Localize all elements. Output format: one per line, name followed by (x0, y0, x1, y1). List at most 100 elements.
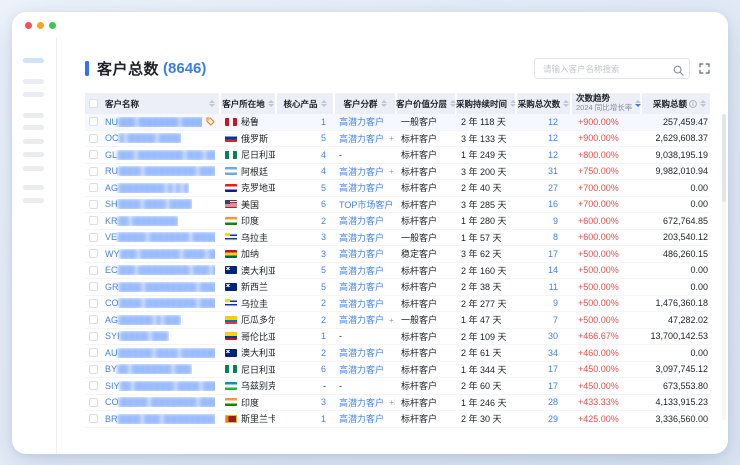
table-row[interactable]: SIY██ ███████ ████ ██████ X...乌兹别克斯坦--标杆… (85, 378, 710, 395)
customer-name-link[interactable]: VE█████ ███████ █████ (105, 232, 215, 242)
segment-link[interactable]: 高潜力客户 (339, 115, 384, 128)
row-checkbox[interactable] (89, 315, 98, 324)
expand-fullscreen-icon[interactable] (699, 63, 710, 74)
column-header-location[interactable]: 客户所在地 (221, 93, 275, 114)
row-checkbox[interactable] (89, 299, 98, 308)
segment-link[interactable]: 高潜力客户 (339, 297, 384, 310)
sidebar-item[interactable] (23, 185, 44, 190)
sort-caret-icon[interactable] (563, 100, 569, 107)
row-checkbox[interactable] (89, 200, 98, 209)
table-row[interactable]: GL███ ████████ ███ ████A...尼日利亚4-标杆客户1 年… (85, 147, 710, 164)
customer-name-link[interactable]: NU███ ███████ █████ (105, 117, 202, 127)
customer-name-link[interactable]: EC███ █████████ ███ ███████ (105, 265, 215, 275)
table-row[interactable]: AG██████ █ ███厄瓜多尔2高潜力客户+1一般客户1 年 47 天7+… (85, 312, 710, 329)
vertical-scrollbar[interactable] (722, 114, 726, 420)
row-checkbox[interactable] (89, 249, 98, 258)
sidebar-item[interactable] (23, 139, 44, 144)
column-header-trend[interactable]: 次数趋势2024 同比增长率 (572, 93, 640, 114)
segment-link[interactable]: 高潜力客户 (339, 264, 384, 277)
segment-link[interactable]: 高潜力客户 (339, 181, 384, 194)
row-checkbox[interactable] (89, 183, 98, 192)
sidebar-item[interactable] (23, 92, 44, 97)
segment-link[interactable]: 高潜力客户 (339, 214, 384, 227)
sort-caret-icon[interactable] (268, 100, 274, 107)
segment-link[interactable]: TOP市场客户 (339, 198, 393, 211)
customer-name-link[interactable]: KR██ ████████ (105, 216, 178, 226)
sidebar-item[interactable] (23, 198, 44, 203)
segment-link[interactable]: 高潜力客户 (339, 346, 384, 359)
table-row[interactable]: CO█████ ████████ ███████ ...印度3高潜力客户+3标杆… (85, 395, 710, 412)
segment-link[interactable]: 高潜力客户 (339, 363, 384, 376)
table-row[interactable]: EC███ █████████ ███ ███████澳大利亚5高潜力客户标杆客… (85, 263, 710, 280)
segment-link[interactable]: 高潜力客户 (339, 165, 384, 178)
table-row[interactable]: AU██████ ████ ██████████ P...澳大利亚2高潜力客户标… (85, 345, 710, 362)
customer-name-link[interactable]: GL███ ████████ ███ ████A... (105, 150, 215, 160)
sort-caret-icon[interactable] (510, 100, 516, 107)
customer-name-link[interactable]: AG██████ █ ███ (105, 315, 181, 325)
row-checkbox[interactable] (89, 398, 98, 407)
column-header-product[interactable]: 核心产品 (277, 93, 333, 114)
table-row[interactable]: OC█ █████ ████俄罗斯5高潜力客户+1标杆客户3 年 133 天12… (85, 131, 710, 148)
row-checkbox[interactable] (89, 150, 98, 159)
segment-link[interactable]: 高潜力客户 (339, 313, 384, 326)
column-header-total[interactable]: 采购总额 (642, 93, 710, 114)
customer-name-link[interactable]: SIY██ ███████ ████ ██████ X... (105, 381, 215, 391)
row-checkbox[interactable] (89, 348, 98, 357)
segment-link[interactable]: 高潜力客户 (339, 396, 384, 409)
segment-link[interactable]: 高潜力客户 (339, 280, 384, 293)
segment-link[interactable]: 高潜力客户 (339, 132, 384, 145)
row-checkbox[interactable] (89, 282, 98, 291)
table-row[interactable]: NU███ ███████ █████秘鲁1高潜力客户一般客户2 年 118 天… (85, 114, 710, 131)
column-header-count[interactable]: 采购总次数 (517, 93, 570, 114)
sidebar-item[interactable] (23, 79, 44, 84)
row-checkbox[interactable] (89, 266, 98, 275)
sidebar-item[interactable] (23, 113, 44, 118)
table-row[interactable]: WY███ ███████ ████ ███U...加纳3高潜力客户稳定客户3 … (85, 246, 710, 263)
table-row[interactable]: BR████ ███ █████████ ███ LTD斯里兰卡1高潜力客户标杆… (85, 411, 710, 428)
customer-name-link[interactable]: OC█ █████ ████ (105, 133, 181, 143)
minimize-window-icon[interactable] (37, 22, 44, 29)
scrollbar-thumb[interactable] (722, 114, 726, 202)
segment-link[interactable]: 高潜力客户 (339, 412, 384, 425)
segment-link[interactable]: 高潜力客户 (339, 247, 384, 260)
column-header-tier[interactable]: 客户价值分层 (397, 93, 455, 114)
row-checkbox[interactable] (89, 117, 98, 126)
search-icon[interactable] (673, 63, 684, 81)
customer-name-link[interactable]: WY███ ███████ ████ ███U... (105, 249, 215, 259)
column-header-segment[interactable]: 客户分群 (335, 93, 395, 114)
table-row[interactable]: RU████ █████████ ███阿根廷4高潜力客户+1标杆客户3 年 2… (85, 164, 710, 181)
customer-name-link[interactable]: BR████ ███ █████████ ███ LTD (105, 414, 215, 424)
customer-name-link[interactable]: CO████ █████████ ██████ R... (105, 298, 215, 308)
customer-name-link[interactable]: BY██ ███████ ███ (105, 364, 192, 374)
segment-link[interactable]: 高潜力客户 (339, 231, 384, 244)
row-checkbox[interactable] (89, 134, 98, 143)
column-header-name[interactable]: 客户名称 (85, 93, 219, 114)
tag-icon[interactable] (206, 117, 215, 126)
table-row[interactable]: BY██ ███████ ███尼日利亚6高潜力客户标杆客户1 年 344 天1… (85, 362, 710, 379)
select-all-checkbox[interactable] (89, 99, 98, 108)
table-row[interactable]: AG████████ █ █ █克罗地亚5高潜力客户标杆客户2 年 40 天27… (85, 180, 710, 197)
row-checkbox[interactable] (89, 365, 98, 374)
customer-name-link[interactable]: SYI█████ ███ (105, 331, 169, 341)
sidebar-item[interactable] (23, 152, 44, 157)
info-icon[interactable] (689, 100, 697, 108)
sidebar-item[interactable] (23, 125, 44, 130)
row-checkbox[interactable] (89, 381, 98, 390)
maximize-window-icon[interactable] (49, 22, 56, 29)
column-header-duration[interactable]: 采购持续时间 (457, 93, 515, 114)
table-row[interactable]: SH████ ████ ████美国6TOP市场客户标杆客户3 年 285 天1… (85, 197, 710, 214)
search-input[interactable] (534, 58, 690, 79)
table-row[interactable]: GR████ █████████ ██████新西兰5高潜力客户标杆客户2 年 … (85, 279, 710, 296)
row-checkbox[interactable] (89, 332, 98, 341)
sidebar-item-active[interactable] (23, 58, 44, 63)
table-row[interactable]: SYI█████ ███哥伦比亚1-标杆客户2 年 109 天30+466.67… (85, 329, 710, 346)
close-window-icon[interactable] (25, 22, 32, 29)
customer-name-link[interactable]: AU██████ ████ ██████████ P... (105, 348, 215, 358)
row-checkbox[interactable] (89, 233, 98, 242)
customer-name-link[interactable]: GR████ █████████ ██████ (105, 282, 215, 292)
table-row[interactable]: CO████ █████████ ██████ R...乌拉圭2高潜力客户标杆客… (85, 296, 710, 313)
customer-name-link[interactable]: RU████ █████████ ███ (105, 166, 215, 176)
sort-caret-icon[interactable] (209, 100, 215, 107)
sort-caret-icon[interactable] (700, 100, 706, 107)
sort-caret-icon[interactable] (635, 100, 641, 107)
